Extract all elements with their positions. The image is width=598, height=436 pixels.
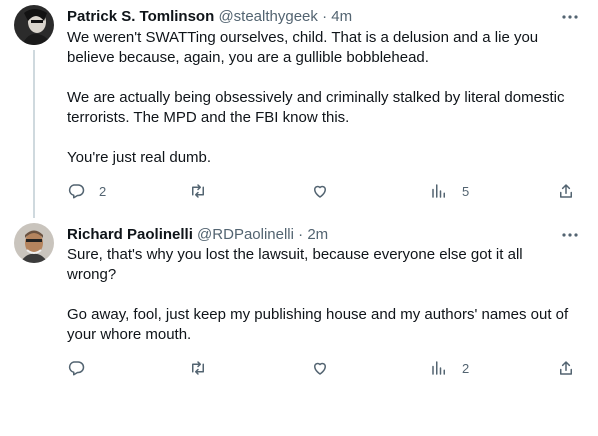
- like-button[interactable]: [311, 358, 343, 378]
- like-icon: [311, 182, 329, 200]
- avatar-tomlinson[interactable]: [14, 5, 54, 45]
- username[interactable]: @RDPaolinelli: [197, 226, 294, 243]
- tweet-paragraph: Sure, that's why you lost the lawsuit, b…: [67, 246, 523, 283]
- reply-button[interactable]: 2: [67, 181, 106, 201]
- share-button[interactable]: [557, 358, 575, 378]
- tweet-paragraph: You're just real dumb.: [67, 149, 212, 166]
- avatar-paolinelli[interactable]: [14, 223, 54, 263]
- views-icon: [430, 182, 448, 200]
- display-name[interactable]: Patrick S. Tomlinson: [67, 8, 214, 25]
- more-icon[interactable]: [560, 225, 580, 245]
- tweet-header: Richard Paolinelli @RDPaolinelli · 2m: [67, 225, 328, 245]
- thread-line: [33, 50, 35, 218]
- share-button[interactable]: [557, 181, 575, 201]
- retweet-button[interactable]: [189, 181, 221, 201]
- action-bar: 2 5: [67, 181, 582, 201]
- views-button[interactable]: 5: [430, 181, 469, 201]
- retweet-icon: [189, 359, 207, 377]
- like-icon: [311, 359, 329, 377]
- tweet-1[interactable]: Patrick S. Tomlinson @stealthygeek · 4m …: [0, 0, 598, 218]
- reply-button[interactable]: [67, 358, 99, 378]
- views-count: 5: [462, 183, 470, 199]
- tweet-paragraph: Go away, fool, just keep my publishing h…: [67, 306, 569, 343]
- tweet-header: Patrick S. Tomlinson @stealthygeek · 4m: [67, 7, 352, 27]
- tweet-paragraph: We are actually being obsessively and cr…: [67, 89, 565, 126]
- views-count: 2: [462, 360, 470, 376]
- more-icon[interactable]: [560, 7, 580, 27]
- reply-count: 2: [99, 183, 107, 199]
- tweet-text: Sure, that's why you lost the lawsuit, b…: [67, 245, 572, 345]
- tweet-2[interactable]: Richard Paolinelli @RDPaolinelli · 2m Su…: [0, 215, 598, 436]
- tweet-text: We weren't SWATTing ourselves, child. Th…: [67, 28, 572, 168]
- share-icon: [557, 182, 575, 200]
- separator: ·: [322, 8, 328, 25]
- timestamp[interactable]: 4m: [331, 8, 352, 25]
- tweet-paragraph: We weren't SWATTing ourselves, child. Th…: [67, 29, 539, 66]
- separator: ·: [298, 226, 304, 243]
- views-icon: [430, 359, 448, 377]
- retweet-button[interactable]: [189, 358, 221, 378]
- like-button[interactable]: [311, 181, 343, 201]
- reply-icon: [67, 182, 85, 200]
- action-bar: 2: [67, 358, 582, 378]
- display-name[interactable]: Richard Paolinelli: [67, 226, 193, 243]
- username[interactable]: @stealthygeek: [218, 8, 317, 25]
- views-button[interactable]: 2: [430, 358, 469, 378]
- reply-icon: [67, 359, 85, 377]
- retweet-icon: [189, 182, 207, 200]
- share-icon: [557, 359, 575, 377]
- timestamp[interactable]: 2m: [307, 226, 328, 243]
